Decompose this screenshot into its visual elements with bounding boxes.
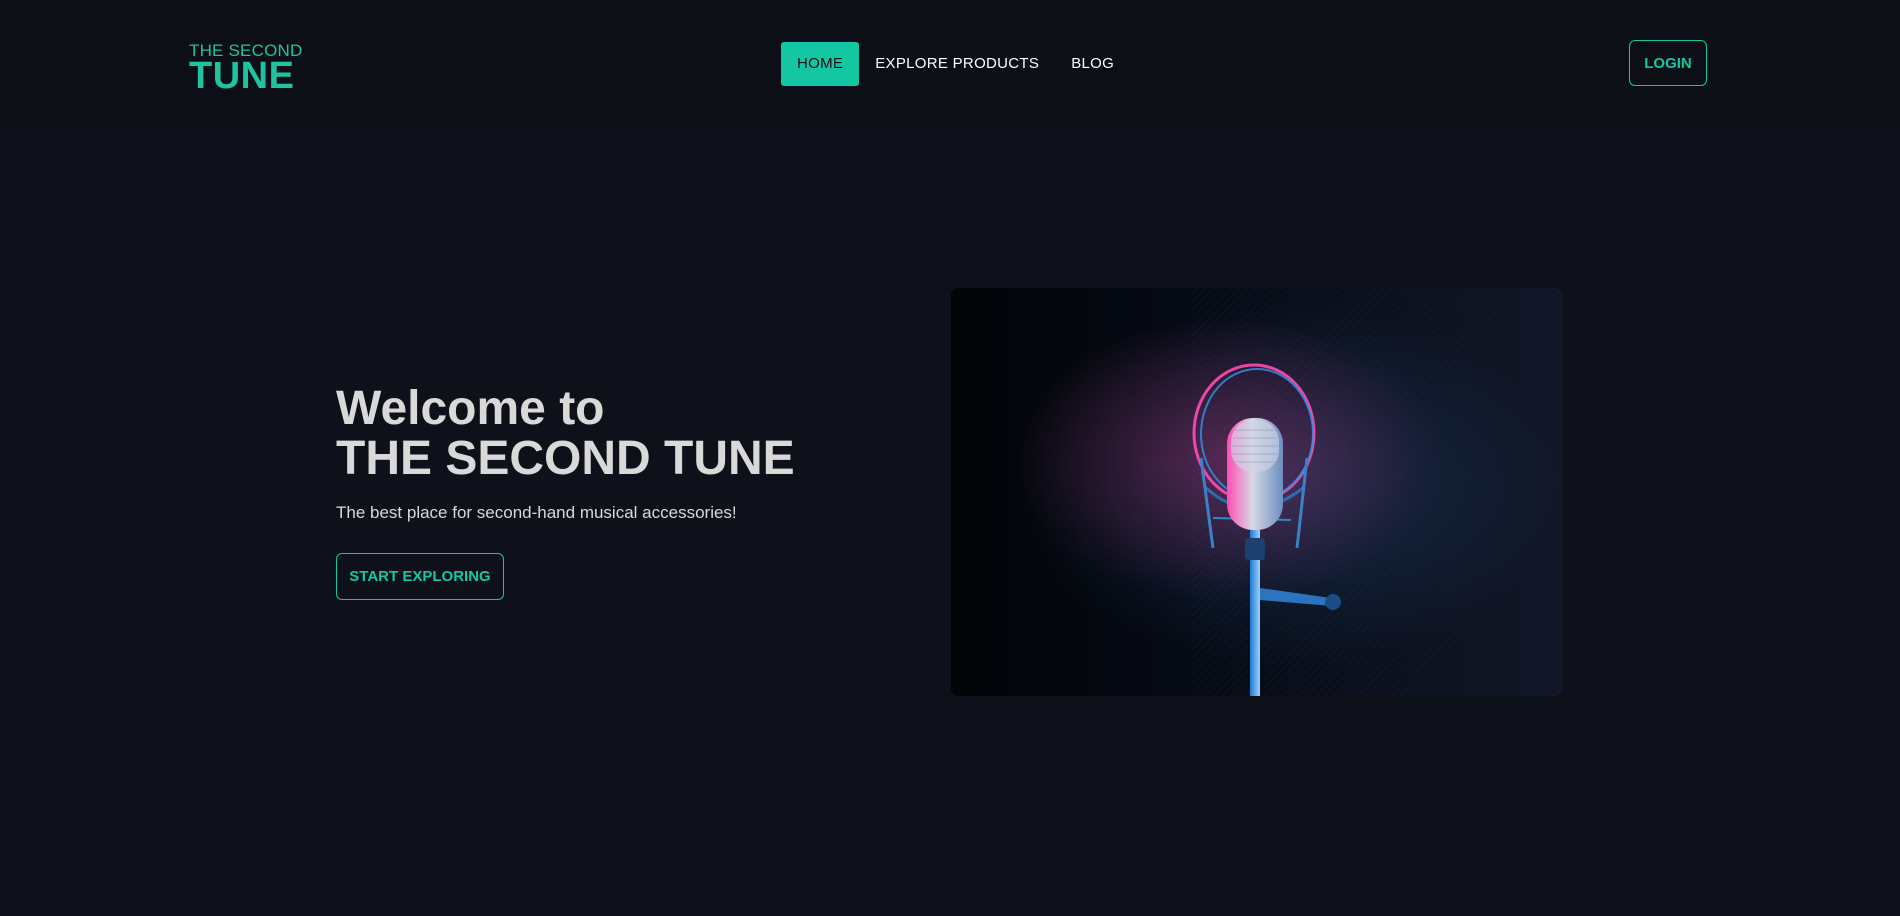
nav-item-explore-products[interactable]: EXPLORE PRODUCTS (859, 42, 1055, 86)
start-exploring-button[interactable]: START EXPLORING (336, 553, 504, 600)
nav-item-blog[interactable]: BLOG (1055, 42, 1130, 86)
microphone-image (951, 288, 1563, 696)
hero-image (951, 288, 1563, 696)
hero-title-line-1: Welcome to (336, 382, 605, 435)
hero-title: Welcome to THE SECOND TUNE (336, 384, 795, 484)
login-button[interactable]: LOGIN (1629, 40, 1707, 86)
site-logo[interactable]: THE SECOND TUNE (189, 42, 302, 95)
hero-title-line-2: THE SECOND TUNE (336, 432, 795, 485)
site-header: THE SECOND TUNE HOME EXPLORE PRODUCTS BL… (0, 0, 1900, 128)
main-nav: HOME EXPLORE PRODUCTS BLOG (781, 42, 1130, 86)
hero-subtitle: The best place for second-hand musical a… (336, 503, 737, 522)
logo-line-2: TUNE (189, 55, 295, 97)
nav-item-home[interactable]: HOME (781, 42, 860, 86)
